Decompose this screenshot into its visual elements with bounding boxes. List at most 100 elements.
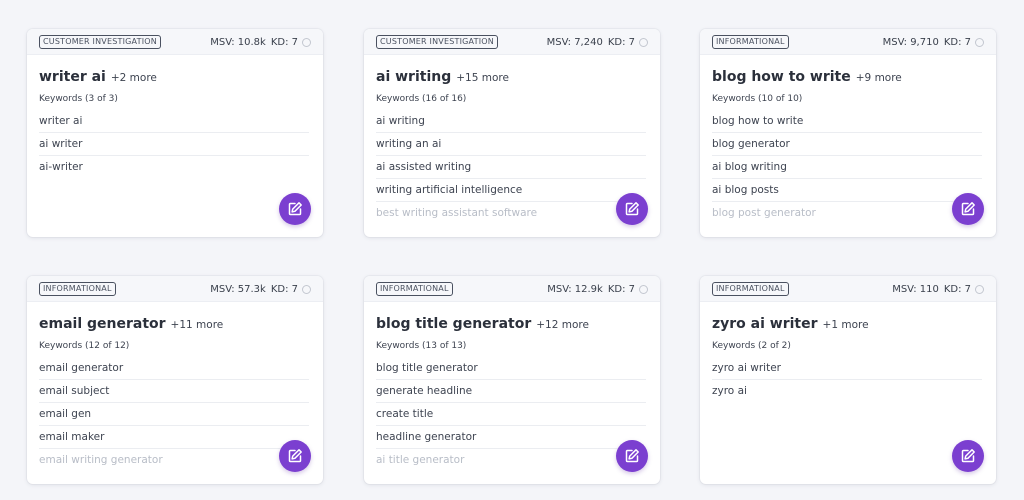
msv-value: MSV: 10.8k	[210, 36, 266, 48]
card-header: INFORMATIONAL MSV: 9,710 KD: 7	[700, 29, 996, 55]
edit-icon	[625, 449, 639, 463]
keyword-item: blog title generator	[376, 357, 646, 380]
info-icon[interactable]	[975, 37, 984, 47]
keyword-item: ai blog writing	[712, 156, 982, 179]
keyword-count: Keywords (12 of 12)	[39, 341, 130, 351]
keyword-item: zyro ai	[712, 385, 747, 397]
info-icon[interactable]	[639, 284, 648, 294]
keyword-count: Keywords (16 of 16)	[376, 94, 467, 104]
msv-value: MSV: 12.9k	[547, 283, 603, 295]
keyword-cluster-card: CUSTOMER INVESTIGATION MSV: 7,240 KD: 7 …	[364, 29, 660, 237]
metrics: MSV: 110 KD: 7	[892, 276, 984, 302]
more-count: +1 more	[822, 319, 869, 331]
title-row: writer ai +2 more	[39, 69, 311, 87]
msv-value: MSV: 110	[892, 283, 939, 295]
edit-icon	[961, 449, 975, 463]
keyword-item: email generator	[39, 357, 309, 380]
metrics: MSV: 7,240 KD: 7	[547, 29, 648, 55]
info-icon[interactable]	[302, 284, 311, 294]
keyword-item: writing an ai	[376, 133, 646, 156]
card-body: email generator +11 more Keywords (12 of…	[27, 316, 323, 472]
info-icon[interactable]	[975, 284, 984, 294]
title-row: ai writing +15 more	[376, 69, 648, 87]
msv-value: MSV: 57.3k	[210, 283, 266, 295]
kd-value: KD: 7	[607, 283, 635, 295]
kd-value: KD: 7	[270, 36, 298, 48]
keyword-item: email gen	[39, 403, 309, 426]
intent-badge: CUSTOMER INVESTIGATION	[376, 34, 498, 49]
intent-badge: INFORMATIONAL	[712, 281, 789, 296]
card-header: CUSTOMER INVESTIGATION MSV: 10.8k KD: 7	[27, 29, 323, 55]
intent-badge: INFORMATIONAL	[376, 281, 453, 296]
cluster-title: ai writing	[376, 69, 452, 85]
kd-value: KD: 7	[270, 283, 298, 295]
edit-icon	[288, 449, 302, 463]
msv-value: MSV: 9,710	[882, 36, 939, 48]
edit-button[interactable]	[279, 440, 311, 472]
keyword-item: email subject	[39, 380, 309, 403]
intent-badge: INFORMATIONAL	[712, 34, 789, 49]
more-count: +9 more	[855, 72, 902, 84]
keyword-list: email generator email subject email gen …	[39, 357, 309, 472]
edit-button[interactable]	[952, 193, 984, 225]
edit-icon	[288, 202, 302, 216]
edit-button[interactable]	[616, 440, 648, 472]
cluster-title: writer ai	[39, 69, 106, 85]
keyword-cluster-grid: CUSTOMER INVESTIGATION MSV: 10.8k KD: 7 …	[0, 0, 1024, 500]
edit-icon	[625, 202, 639, 216]
keyword-item: writing artificial intelligence	[376, 179, 646, 202]
keyword-cluster-card: CUSTOMER INVESTIGATION MSV: 10.8k KD: 7 …	[27, 29, 323, 237]
msv-value: MSV: 7,240	[546, 36, 603, 48]
card-body: ai writing +15 more Keywords (16 of 16) …	[364, 69, 660, 225]
keyword-item: blog generator	[712, 133, 982, 156]
intent-badge: INFORMATIONAL	[39, 281, 116, 296]
info-icon[interactable]	[302, 37, 311, 47]
keyword-list: zyro ai writer zyro ai	[712, 357, 982, 403]
edit-button[interactable]	[952, 440, 984, 472]
keyword-cluster-card: INFORMATIONAL MSV: 12.9k KD: 7 blog titl…	[364, 276, 660, 484]
keyword-item: blog how to write	[712, 110, 982, 133]
metrics: MSV: 10.8k KD: 7	[210, 29, 311, 55]
edit-button[interactable]	[616, 193, 648, 225]
keyword-item: create title	[376, 403, 646, 426]
keyword-cluster-card: INFORMATIONAL MSV: 110 KD: 7 zyro ai wri…	[700, 276, 996, 484]
kd-value: KD: 7	[943, 36, 971, 48]
more-count: +15 more	[456, 72, 509, 84]
title-row: email generator +11 more	[39, 316, 311, 334]
keyword-item: zyro ai writer	[712, 357, 982, 380]
card-body: zyro ai writer +1 more Keywords (2 of 2)…	[700, 316, 996, 403]
keyword-item: ai blog posts	[712, 179, 982, 202]
keyword-count: Keywords (10 of 10)	[712, 94, 803, 104]
keyword-item: headline generator	[376, 426, 646, 449]
keyword-item: ai assisted writing	[376, 156, 646, 179]
keyword-item: best writing assistant software	[376, 207, 538, 219]
keyword-count: Keywords (13 of 13)	[376, 341, 467, 351]
metrics: MSV: 9,710 KD: 7	[883, 29, 984, 55]
card-header: INFORMATIONAL MSV: 12.9k KD: 7	[364, 276, 660, 302]
keyword-item: generate headline	[376, 380, 646, 403]
card-header: INFORMATIONAL MSV: 57.3k KD: 7	[27, 276, 323, 302]
keyword-item: blog post generator	[712, 207, 816, 219]
metrics: MSV: 57.3k KD: 7	[210, 276, 311, 302]
keyword-cluster-card: INFORMATIONAL MSV: 9,710 KD: 7 blog how …	[700, 29, 996, 237]
card-body: blog how to write +9 more Keywords (10 o…	[700, 69, 996, 225]
title-row: blog how to write +9 more	[712, 69, 984, 87]
keyword-item: ai writing	[376, 110, 646, 133]
card-header: CUSTOMER INVESTIGATION MSV: 7,240 KD: 7	[364, 29, 660, 55]
title-row: blog title generator +12 more	[376, 316, 648, 334]
kd-value: KD: 7	[943, 283, 971, 295]
edit-button[interactable]	[279, 193, 311, 225]
title-row: zyro ai writer +1 more	[712, 316, 984, 334]
keyword-cluster-card: INFORMATIONAL MSV: 57.3k KD: 7 email gen…	[27, 276, 323, 484]
info-icon[interactable]	[639, 37, 648, 47]
cluster-title: blog how to write	[712, 69, 851, 85]
card-body: writer ai +2 more Keywords (3 of 3) writ…	[27, 69, 323, 179]
cluster-title: email generator	[39, 316, 166, 332]
kd-value: KD: 7	[607, 36, 635, 48]
edit-icon	[961, 202, 975, 216]
cluster-title: blog title generator	[376, 316, 532, 332]
cluster-title: zyro ai writer	[712, 316, 818, 332]
keyword-count: Keywords (2 of 2)	[712, 341, 791, 351]
keyword-item: writer ai	[39, 110, 309, 133]
keyword-list: writer ai ai writer ai-writer	[39, 110, 309, 179]
